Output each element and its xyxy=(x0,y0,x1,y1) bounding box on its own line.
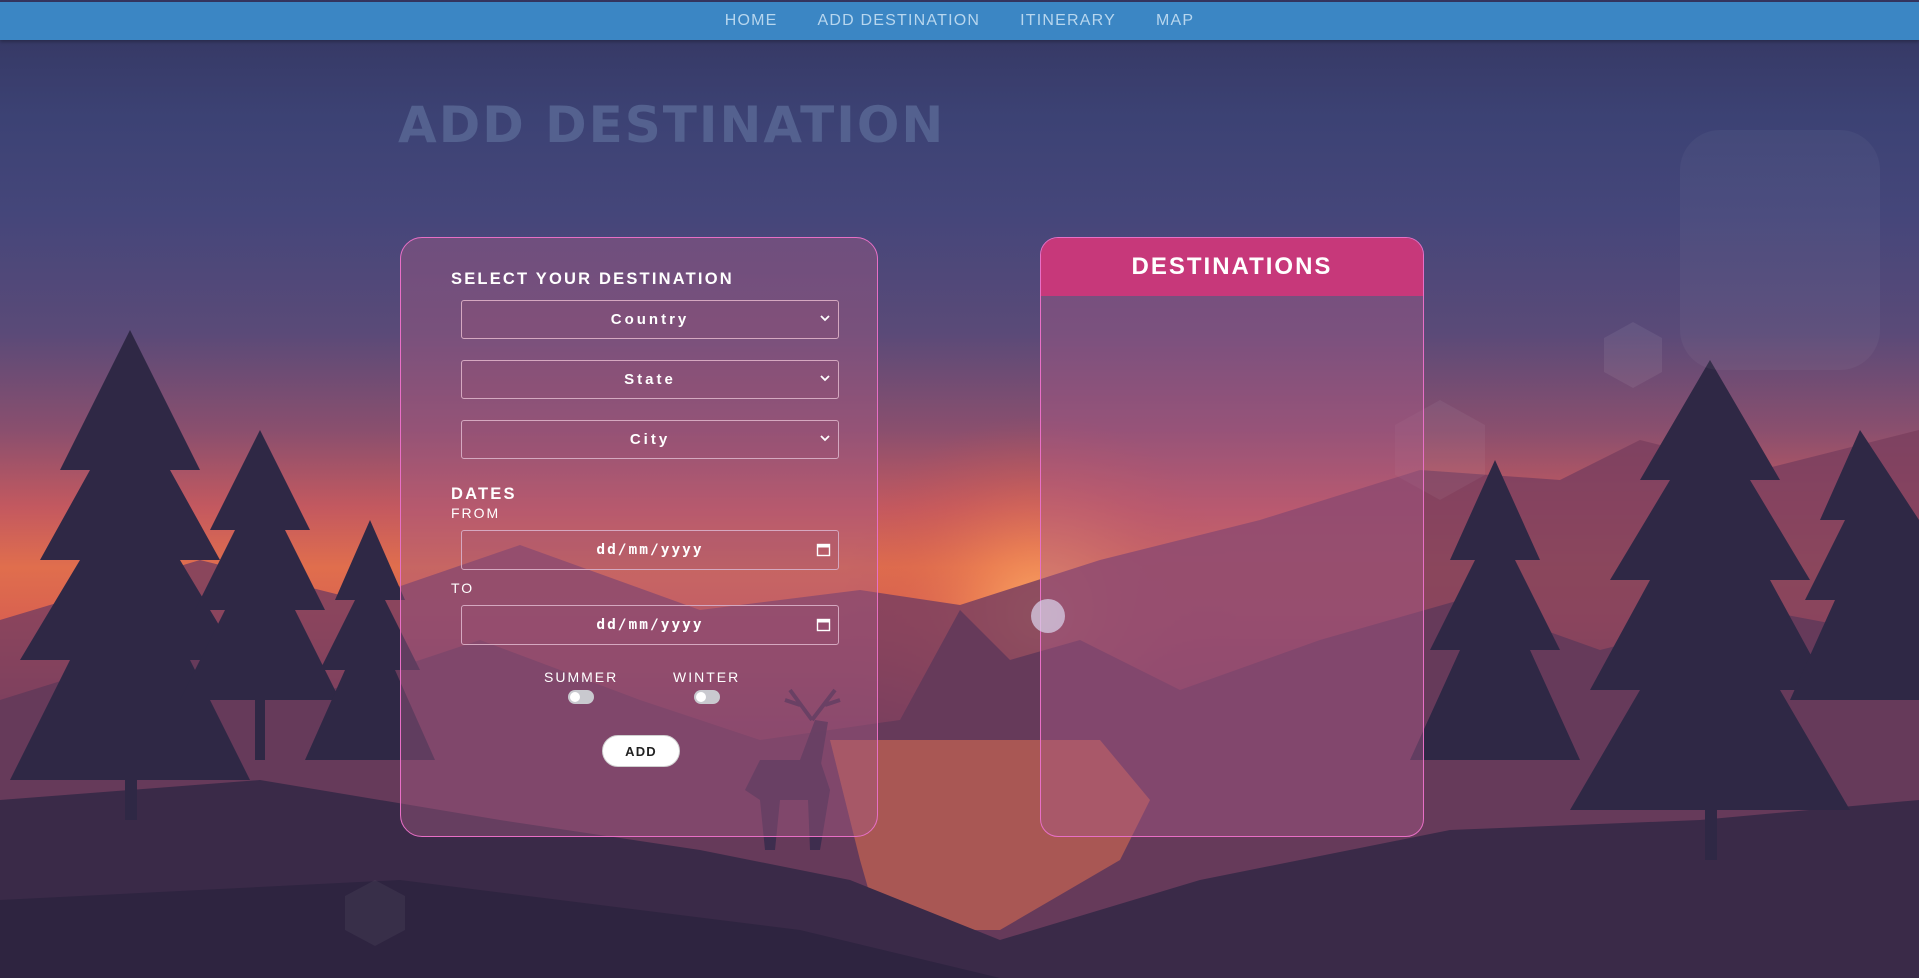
state-select[interactable]: State xyxy=(461,360,839,399)
summer-label: SUMMER xyxy=(544,669,619,685)
nav-map[interactable]: MAP xyxy=(1156,12,1194,30)
winter-toggle-group: WINTER xyxy=(673,669,740,704)
toggle-knob xyxy=(695,692,706,702)
from-date-input[interactable]: dd/mm/yyyy xyxy=(461,530,839,570)
calendar-icon[interactable] xyxy=(816,617,831,632)
add-button[interactable]: ADD xyxy=(602,735,680,767)
country-select-value: Country xyxy=(610,311,690,328)
drag-handle[interactable] xyxy=(1031,599,1065,633)
city-select-value: City xyxy=(629,431,671,448)
dates-heading: DATES xyxy=(451,485,517,503)
toggle-knob xyxy=(570,692,581,702)
summer-toggle[interactable] xyxy=(568,690,595,704)
winter-toggle[interactable] xyxy=(693,690,720,704)
page-title: ADD DESTINATION xyxy=(398,96,946,154)
chevron-down-icon xyxy=(820,375,830,382)
to-date-input[interactable]: dd/mm/yyyy xyxy=(461,605,839,645)
winter-label: WINTER xyxy=(673,669,741,685)
state-select-value: State xyxy=(624,371,676,388)
city-select[interactable]: City xyxy=(461,420,839,459)
destinations-panel: DESTINATIONS xyxy=(1040,237,1424,837)
left-trees xyxy=(10,330,435,820)
country-select[interactable]: Country xyxy=(461,300,839,339)
top-navbar: HOME ADD DESTINATION ITINERARY MAP xyxy=(0,2,1919,40)
destinations-heading: DESTINATIONS xyxy=(1041,238,1423,296)
from-date-placeholder: dd/mm/yyyy xyxy=(596,542,704,558)
to-label: TO xyxy=(451,580,475,596)
bokeh-panel xyxy=(1680,130,1880,370)
nav-home[interactable]: HOME xyxy=(725,12,778,30)
from-label: FROM xyxy=(451,505,501,521)
nav-add-destination[interactable]: ADD DESTINATION xyxy=(818,12,981,30)
nav-itinerary[interactable]: ITINERARY xyxy=(1020,12,1116,30)
calendar-icon[interactable] xyxy=(816,542,831,557)
summer-toggle-group: SUMMER xyxy=(544,669,618,704)
add-destination-form: SELECT YOUR DESTINATION Country State Ci… xyxy=(400,237,878,837)
chevron-down-icon xyxy=(820,315,830,322)
page: HOME ADD DESTINATION ITINERARY MAP ADD D… xyxy=(0,0,1919,978)
to-date-placeholder: dd/mm/yyyy xyxy=(596,617,704,633)
select-destination-heading: SELECT YOUR DESTINATION xyxy=(451,270,734,288)
background-scene xyxy=(0,130,1919,978)
chevron-down-icon xyxy=(820,435,830,442)
bokeh-hex xyxy=(1604,322,1662,388)
